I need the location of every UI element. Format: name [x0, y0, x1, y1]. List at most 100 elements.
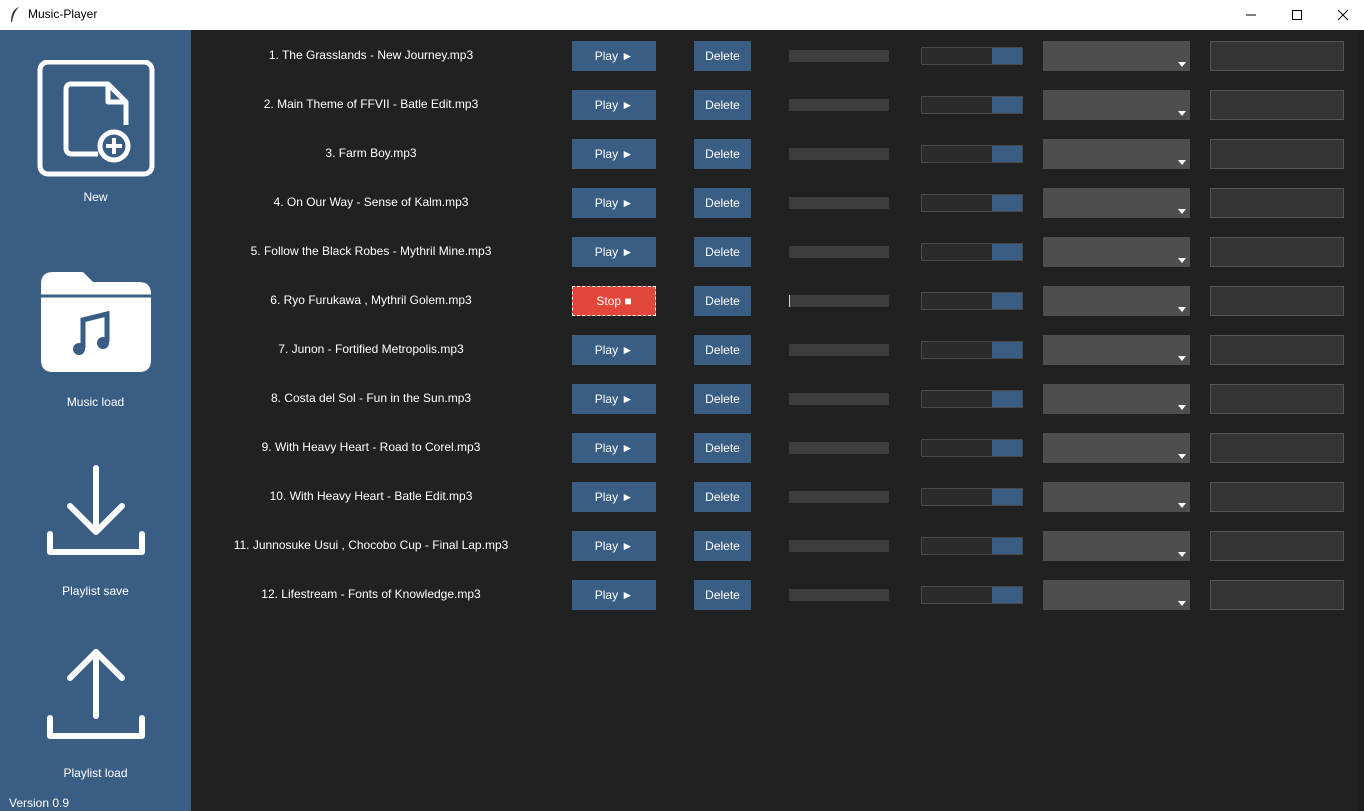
dropdown-select[interactable] [1043, 188, 1190, 218]
text-field[interactable] [1210, 580, 1344, 610]
text-field[interactable] [1210, 237, 1344, 267]
play-button[interactable]: Play ► [572, 188, 656, 218]
delete-button[interactable]: Delete [694, 286, 751, 316]
volume-slider[interactable] [921, 194, 1023, 212]
play-button[interactable]: Play ► [572, 90, 656, 120]
track-name: 8. Costa del Sol - Fun in the Sun.mp3 [270, 391, 472, 405]
delete-button[interactable]: Delete [694, 41, 751, 71]
chevron-down-icon [1178, 160, 1186, 165]
progress-bar[interactable] [789, 148, 889, 160]
play-button[interactable]: Play ► [572, 580, 656, 610]
stop-button[interactable]: Stop ■ [572, 286, 656, 316]
text-field[interactable] [1210, 384, 1344, 414]
volume-slider[interactable] [921, 390, 1023, 408]
volume-slider[interactable] [921, 243, 1023, 261]
text-field[interactable] [1210, 139, 1344, 169]
minimize-button[interactable] [1228, 0, 1274, 30]
dropdown-select[interactable] [1043, 335, 1190, 365]
dropdown-select[interactable] [1043, 139, 1190, 169]
delete-button[interactable]: Delete [694, 482, 751, 512]
progress-bar[interactable] [789, 393, 889, 405]
playlist-save-button[interactable]: Playlist save [0, 464, 191, 598]
delete-button[interactable]: Delete [694, 433, 751, 463]
track-row: 10. With Heavy Heart - Batle Edit.mp3 Pl… [191, 482, 1364, 512]
text-field[interactable] [1210, 482, 1344, 512]
progress-bar[interactable] [789, 344, 889, 356]
delete-button[interactable]: Delete [694, 531, 751, 561]
volume-knob[interactable] [992, 293, 1022, 309]
music-load-button[interactable]: Music load [0, 270, 191, 409]
delete-button[interactable]: Delete [694, 384, 751, 414]
close-button[interactable] [1320, 0, 1364, 30]
maximize-button[interactable] [1274, 0, 1320, 30]
volume-slider[interactable] [921, 537, 1023, 555]
new-button[interactable]: New [0, 60, 191, 204]
progress-bar[interactable] [789, 197, 889, 209]
volume-slider[interactable] [921, 439, 1023, 457]
volume-knob[interactable] [992, 538, 1022, 554]
dropdown-select[interactable] [1043, 384, 1190, 414]
volume-knob[interactable] [992, 587, 1022, 603]
volume-knob[interactable] [992, 244, 1022, 260]
track-name: 6. Ryo Furukawa , Mythril Golem.mp3 [270, 293, 472, 307]
text-field[interactable] [1210, 286, 1344, 316]
volume-slider[interactable] [921, 341, 1023, 359]
dropdown-select[interactable] [1043, 41, 1190, 71]
playlist-load-button[interactable]: Playlist load [0, 646, 191, 780]
delete-button[interactable]: Delete [694, 237, 751, 267]
progress-bar[interactable] [789, 246, 889, 258]
text-field[interactable] [1210, 90, 1344, 120]
delete-button[interactable]: Delete [694, 335, 751, 365]
play-button[interactable]: Play ► [572, 335, 656, 365]
feather-icon [11, 7, 19, 22]
text-field[interactable] [1210, 188, 1344, 218]
delete-button[interactable]: Delete [694, 139, 751, 169]
volume-slider[interactable] [921, 145, 1023, 163]
volume-slider[interactable] [921, 47, 1023, 65]
track-name: 11. Junnosuke Usui , Chocobo Cup - Final… [233, 538, 509, 552]
play-button[interactable]: Play ► [572, 433, 656, 463]
volume-knob[interactable] [992, 146, 1022, 162]
play-button[interactable]: Play ► [572, 41, 656, 71]
dropdown-select[interactable] [1043, 482, 1190, 512]
dropdown-select[interactable] [1043, 90, 1190, 120]
dropdown-select[interactable] [1043, 531, 1190, 561]
play-button[interactable]: Play ► [572, 531, 656, 561]
play-button[interactable]: Play ► [572, 482, 656, 512]
progress-bar[interactable] [789, 50, 889, 62]
dropdown-select[interactable] [1043, 286, 1190, 316]
volume-knob[interactable] [992, 342, 1022, 358]
volume-knob[interactable] [992, 48, 1022, 64]
progress-bar[interactable] [789, 442, 889, 454]
dropdown-select[interactable] [1043, 580, 1190, 610]
chevron-down-icon [1178, 552, 1186, 557]
volume-knob[interactable] [992, 97, 1022, 113]
volume-slider[interactable] [921, 292, 1023, 310]
play-button[interactable]: Play ► [572, 237, 656, 267]
text-field[interactable] [1210, 41, 1344, 71]
progress-bar[interactable] [789, 99, 889, 111]
volume-knob[interactable] [992, 391, 1022, 407]
volume-slider[interactable] [921, 488, 1023, 506]
track-name: 12. Lifestream - Fonts of Knowledge.mp3 [261, 587, 481, 601]
play-button[interactable]: Play ► [572, 139, 656, 169]
text-field[interactable] [1210, 433, 1344, 463]
progress-bar[interactable] [789, 295, 889, 307]
progress-bar[interactable] [789, 589, 889, 601]
track-row: 4. On Our Way - Sense of Kalm.mp3 Play ►… [191, 188, 1364, 218]
delete-button[interactable]: Delete [694, 90, 751, 120]
delete-button[interactable]: Delete [694, 188, 751, 218]
volume-knob[interactable] [992, 489, 1022, 505]
dropdown-select[interactable] [1043, 237, 1190, 267]
volume-knob[interactable] [992, 440, 1022, 456]
text-field[interactable] [1210, 335, 1344, 365]
volume-knob[interactable] [992, 195, 1022, 211]
volume-slider[interactable] [921, 96, 1023, 114]
text-field[interactable] [1210, 531, 1344, 561]
delete-button[interactable]: Delete [694, 580, 751, 610]
dropdown-select[interactable] [1043, 433, 1190, 463]
play-button[interactable]: Play ► [572, 384, 656, 414]
progress-bar[interactable] [789, 491, 889, 503]
volume-slider[interactable] [921, 586, 1023, 604]
progress-bar[interactable] [789, 540, 889, 552]
